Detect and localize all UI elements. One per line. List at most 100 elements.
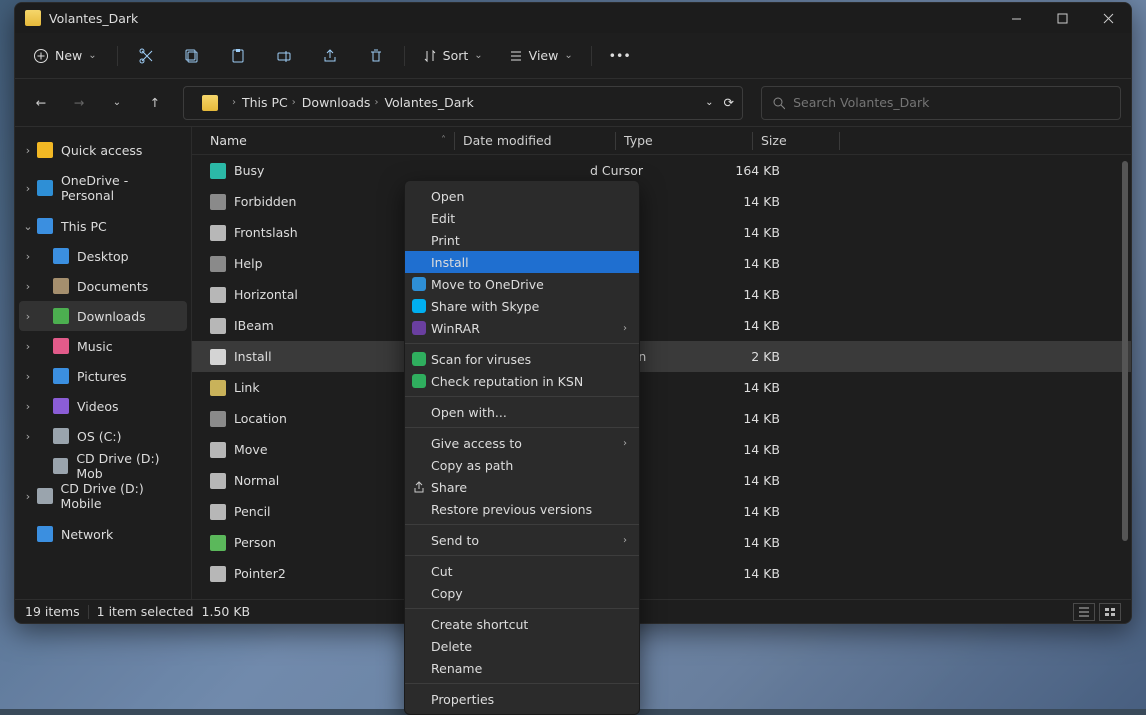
file-list[interactable]: Busyd Cursor164 KBForbidden14 KBFrontsla… (192, 155, 1131, 599)
menu-item[interactable]: Move to OneDrive (405, 273, 639, 295)
thumbnails-view-button[interactable] (1099, 603, 1121, 621)
file-icon (210, 287, 226, 303)
search-input[interactable] (793, 95, 1110, 110)
file-row[interactable]: Frontslash14 KB (192, 217, 1131, 248)
col-date[interactable]: Date modified (463, 133, 607, 148)
minimize-button[interactable] (993, 3, 1039, 33)
cut-button[interactable] (128, 40, 164, 72)
file-icon (210, 225, 226, 241)
menu-item[interactable]: Print (405, 229, 639, 251)
file-row[interactable]: Pencil14 KB (192, 496, 1131, 527)
file-row[interactable]: Normal14 KB (192, 465, 1131, 496)
breadcrumb-segment[interactable]: Volantes_Dark (384, 95, 473, 110)
menu-item[interactable]: Give access to› (405, 432, 639, 454)
menu-item[interactable]: Restore previous versions (405, 498, 639, 520)
file-icon (210, 380, 226, 396)
scrollbar[interactable] (1117, 155, 1131, 599)
up-button[interactable]: ↑ (139, 87, 171, 119)
sidebar-item-label: This PC (61, 219, 107, 234)
chevron-right-icon: › (623, 438, 627, 449)
copy-button[interactable] (174, 40, 210, 72)
menu-item[interactable]: Copy as path (405, 454, 639, 476)
sidebar-item[interactable]: ⌄This PC (19, 211, 187, 241)
file-row[interactable]: Pointer214 KB (192, 558, 1131, 589)
menu-item[interactable]: Cut (405, 560, 639, 582)
sidebar-item[interactable]: ›Documents (19, 271, 187, 301)
file-row[interactable]: Location14 KB (192, 403, 1131, 434)
view-button[interactable]: View ⌄ (501, 42, 581, 69)
sidebar-item[interactable]: Network (19, 519, 187, 549)
recent-button[interactable]: ⌄ (101, 87, 133, 119)
menu-item[interactable]: Create shortcut (405, 613, 639, 635)
selection-size: 1.50 KB (202, 604, 251, 619)
sidebar-item[interactable]: ›OneDrive - Personal (19, 173, 187, 203)
menu-item[interactable]: Edit (405, 207, 639, 229)
menu-item[interactable]: Send to› (405, 529, 639, 551)
sidebar-item[interactable]: ›Music (19, 331, 187, 361)
file-row[interactable]: Forbidden14 KB (192, 186, 1131, 217)
menu-item[interactable]: Delete (405, 635, 639, 657)
menu-item[interactable]: WinRAR› (405, 317, 639, 339)
app-icon (411, 373, 427, 389)
chevron-right-icon: › (292, 97, 296, 108)
address-bar[interactable]: › This PC› Downloads› Volantes_Dark ⌄ ⟳ (183, 86, 743, 120)
maximize-button[interactable] (1039, 3, 1085, 33)
menu-item[interactable]: Properties (405, 688, 639, 710)
search-box[interactable] (761, 86, 1121, 120)
sidebar-item[interactable]: ›CD Drive (D:) Mobile (19, 481, 187, 511)
file-row[interactable]: Move14 KB (192, 434, 1131, 465)
paste-button[interactable] (220, 40, 256, 72)
menu-separator (405, 555, 639, 556)
file-row[interactable]: Horizontal14 KB (192, 279, 1131, 310)
menu-item[interactable]: Open (405, 185, 639, 207)
rename-button[interactable] (266, 40, 302, 72)
more-button[interactable]: ••• (602, 40, 638, 72)
file-row[interactable]: Busyd Cursor164 KB (192, 155, 1131, 186)
delete-button[interactable] (358, 40, 394, 72)
file-size: 164 KB (710, 163, 780, 178)
file-row[interactable]: Person14 KB (192, 527, 1131, 558)
file-name: Help (234, 256, 263, 271)
forward-button[interactable]: → (63, 87, 95, 119)
breadcrumb-segment[interactable]: Downloads› (302, 95, 379, 110)
file-name: Pointer2 (234, 566, 286, 581)
sidebar-item[interactable]: ›Quick access (19, 135, 187, 165)
sidebar-item[interactable]: ›Desktop (19, 241, 187, 271)
menu-item[interactable]: Install (405, 251, 639, 273)
details-view-button[interactable] (1073, 603, 1095, 621)
menu-item[interactable]: Share (405, 476, 639, 498)
new-button[interactable]: New ⌄ (23, 42, 107, 70)
sidebar-item[interactable]: CD Drive (D:) Mob (19, 451, 187, 481)
menu-item[interactable]: Rename (405, 657, 639, 679)
sidebar-item[interactable]: ›Videos (19, 391, 187, 421)
back-button[interactable]: ← (25, 87, 57, 119)
chevron-icon: › (21, 430, 35, 443)
file-row[interactable]: Link14 KB (192, 372, 1131, 403)
file-row[interactable]: Help14 KB (192, 248, 1131, 279)
menu-item[interactable]: Scan for viruses (405, 348, 639, 370)
menu-item[interactable]: Copy (405, 582, 639, 604)
file-name: Horizontal (234, 287, 298, 302)
col-type[interactable]: Type (624, 133, 744, 148)
sort-button[interactable]: Sort ⌄ (415, 42, 491, 69)
sidebar-item[interactable]: ›Pictures (19, 361, 187, 391)
scroll-thumb[interactable] (1122, 161, 1128, 541)
close-button[interactable] (1085, 3, 1131, 33)
menu-item[interactable]: Open with... (405, 401, 639, 423)
menu-item[interactable]: Share with Skype (405, 295, 639, 317)
titlebar[interactable]: Volantes_Dark (15, 3, 1131, 33)
share-button[interactable] (312, 40, 348, 72)
sidebar-item[interactable]: ›OS (C:) (19, 421, 187, 451)
col-name[interactable]: Name˄ (210, 133, 446, 148)
sidebar-item[interactable]: ›Downloads (19, 301, 187, 331)
col-size[interactable]: Size (761, 133, 831, 148)
file-name: Frontslash (234, 225, 298, 240)
file-name: Busy (234, 163, 264, 178)
file-row[interactable]: Installormation2 KB (192, 341, 1131, 372)
tree-icon (37, 218, 53, 234)
refresh-button[interactable]: ⟳ (724, 95, 734, 110)
breadcrumb-segment[interactable]: This PC› (242, 95, 296, 110)
file-row[interactable]: IBeam14 KB (192, 310, 1131, 341)
context-menu: OpenEditPrintInstallMove to OneDriveShar… (404, 180, 640, 715)
chevron-down-icon[interactable]: ⌄ (705, 97, 713, 108)
